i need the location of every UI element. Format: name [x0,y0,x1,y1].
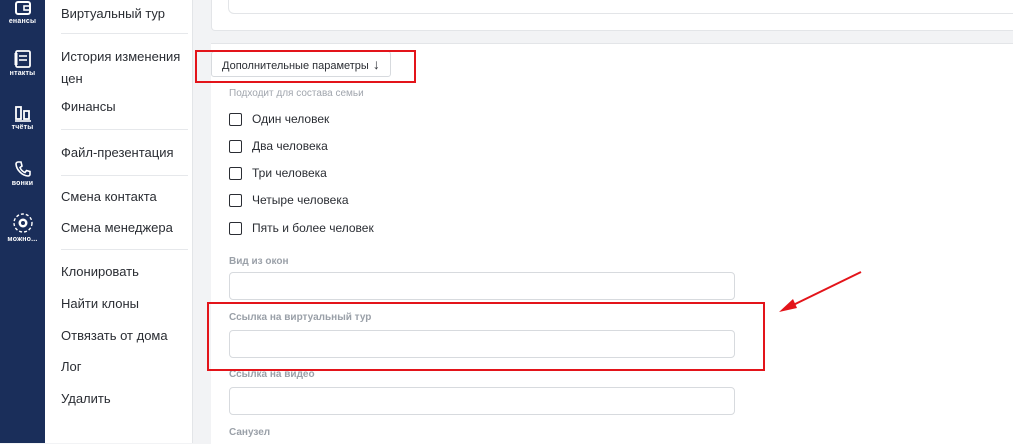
annotation-arrow-icon [779,271,862,312]
family-option[interactable]: Пять и более человек [229,219,374,237]
video-input[interactable] [229,387,735,415]
family-option[interactable]: Два человека [229,137,328,155]
menu-item-price-history[interactable]: История изменения цен [61,46,181,90]
bathroom-label: Санузел [229,427,271,438]
highlight-advanced-params [195,50,416,83]
checkbox[interactable] [229,112,242,126]
menu-item-clone[interactable]: Клонировать [61,261,181,283]
rail-label: енансы [8,18,37,25]
rail-label: тчёты [11,124,34,131]
menu-divider [61,129,188,130]
menu-item-delete[interactable]: Удалить [61,388,181,410]
icon-rail: енансы нтакты тчёты вонки можно... [0,0,45,443]
rail-item-finances[interactable]: енансы [0,0,45,25]
main-content: Дополнительные параметры ↓ Подходит для с… [193,0,1013,444]
form-panel [211,43,1013,444]
family-option[interactable]: Один человек [229,110,329,128]
menu-item-virtual-tour[interactable]: Виртуальный тур [61,3,181,25]
family-option-label: Четыре человека [252,193,349,207]
top-card-field [228,0,1013,14]
top-card [211,0,1013,31]
highlight-virtual-tour-field [207,302,765,371]
family-option-label: Два человека [252,139,328,153]
checkbox[interactable] [229,221,242,235]
rail-label: вонки [11,180,34,187]
rail-label: нтакты [9,70,36,77]
settings-icon [12,213,33,233]
rail-item-calls[interactable]: вонки [0,160,45,187]
checkbox[interactable] [229,139,242,153]
contacts-icon [14,50,31,68]
checkbox[interactable] [229,193,242,207]
menu-divider [61,249,188,250]
menu-item-find-clones[interactable]: Найти клоны [61,293,181,315]
menu-item-change-contact[interactable]: Смена контакта [61,186,181,208]
family-label: Подходит для состава семьи [229,88,364,99]
family-option-label: Пять и более человек [252,221,374,235]
family-option-label: Один человек [252,112,330,126]
family-option[interactable]: Три человека [229,164,327,182]
actions-menu: Виртуальный тур История изменения цен Фи… [45,0,193,443]
menu-item-unlink-house[interactable]: Отвязать от дома [61,325,181,347]
view-input[interactable] [229,272,735,300]
wallet-icon [14,1,31,15]
rail-label: можно... [7,236,38,243]
menu-item-change-manager[interactable]: Смена менеджера [61,217,181,239]
family-option[interactable]: Четыре человека [229,191,349,209]
family-option-label: Три человека [252,166,327,180]
menu-item-log[interactable]: Лог [61,356,181,378]
view-label: Вид из окон [229,256,289,267]
checkbox[interactable] [229,166,242,180]
phone-icon [14,161,31,177]
reports-icon [14,106,31,122]
menu-item-finances[interactable]: Финансы [61,96,181,118]
menu-divider [61,175,188,176]
menu-divider [61,33,188,34]
menu-item-file-presentation[interactable]: Файл-презентация [61,142,181,164]
rail-item-settings[interactable]: можно... [0,212,45,243]
rail-item-reports[interactable]: тчёты [0,104,45,131]
rail-item-contacts[interactable]: нтакты [0,50,45,77]
